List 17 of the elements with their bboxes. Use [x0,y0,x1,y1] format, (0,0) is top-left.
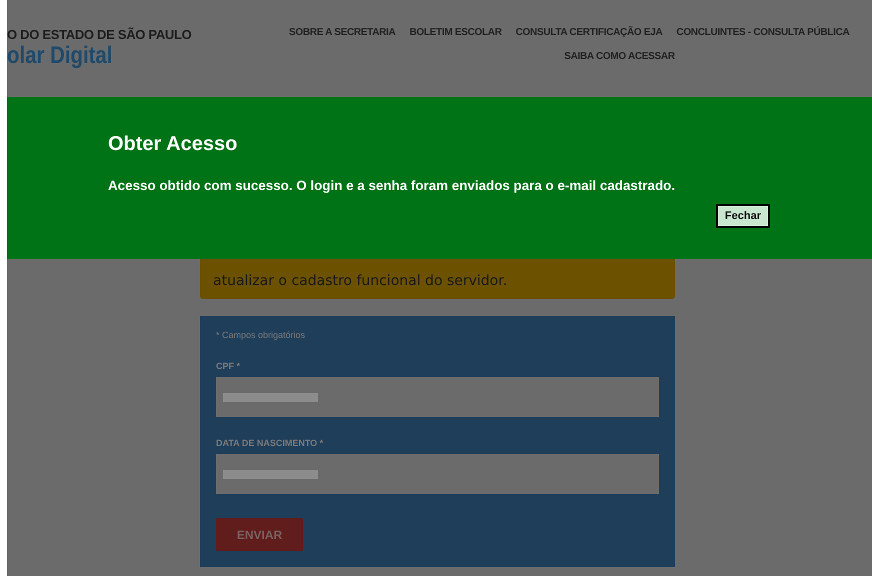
dialog-title: Obter Acesso [108,133,238,156]
nav-link[interactable]: CONCLUINTES - CONSULTA PÚBLICA [676,27,850,38]
site-title[interactable]: olar Digital [7,42,236,70]
input-field[interactable] [216,454,659,494]
submit-button[interactable]: ENVIAR [216,518,303,551]
nav-link[interactable]: SOBRE A SECRETARIA [289,27,396,38]
input-field[interactable] [216,377,659,417]
organization-name: O DO ESTADO DE SÃO PAULO [7,27,192,42]
nav-link[interactable]: CONSULTA CERTIFICAÇÃO EJA [516,27,662,38]
dialog-message: Acesso obtido com sucesso. O login e a senha foram enviados para o e-mail cadastrado. [108,178,676,193]
nav-link[interactable]: SAIBA COMO ACESSAR [564,51,675,62]
required-note: * Campos obrigatórios [216,330,306,340]
notice-text: atualizar o cadastro funcional do servidor. [213,273,508,289]
nav-link[interactable]: BOLETIM ESCOLAR [409,27,502,38]
field-label: CPF * [216,361,240,371]
close-button[interactable]: Fechar [716,204,770,228]
field-label: DATA DE NASCIMENTO * [216,438,324,448]
